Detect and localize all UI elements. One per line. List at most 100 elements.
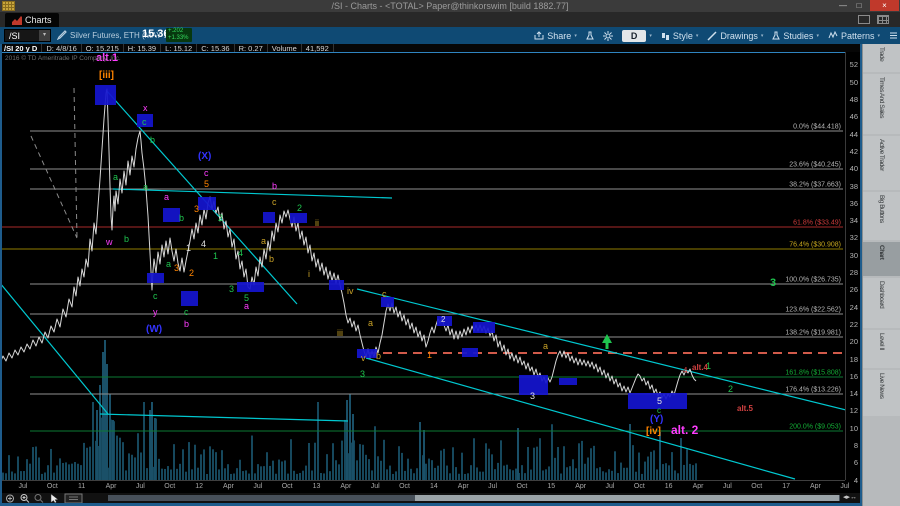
chart-pane[interactable]: 0.0% ($44.418)23.6% ($40.245)38.2% ($37.… — [0, 52, 845, 480]
wave-label: i — [308, 269, 310, 279]
wave-label: x — [143, 103, 148, 113]
time-tick: Jul — [136, 483, 145, 490]
zoom-in-icon[interactable] — [21, 495, 29, 503]
cursor-arrow-icon[interactable] — [51, 494, 58, 503]
time-tick: 14 — [430, 483, 438, 490]
wave-label: 2 — [441, 315, 446, 324]
tab-row: Charts — [0, 12, 900, 27]
wave-label: iii — [337, 328, 343, 338]
minimize-button[interactable]: — — [836, 0, 850, 11]
patterns-button[interactable]: Patterns▾ — [828, 31, 880, 41]
wave-label: 1 — [706, 361, 711, 371]
time-tick: Oct — [516, 483, 527, 490]
hamburger-menu-icon — [889, 31, 898, 40]
price-tick: 8 — [854, 441, 858, 450]
sidebar-tab-level-ii[interactable]: Level II — [863, 330, 900, 370]
share-button[interactable]: Share▾ — [534, 31, 577, 41]
studies-button[interactable]: Studies▾ — [772, 31, 819, 41]
wave-label: 3 — [770, 277, 776, 289]
price-tick: 16 — [850, 372, 858, 381]
price-tick: 48 — [850, 95, 858, 104]
sidebar-tab-active-trader[interactable]: Active Trader — [863, 136, 900, 192]
patterns-label: Patterns — [841, 31, 875, 41]
style-button[interactable]: Style▾ — [661, 31, 699, 41]
price-tick: 26 — [850, 285, 858, 294]
timeframe-button[interactable]: D▾ — [622, 30, 652, 42]
wave-label: iv — [347, 286, 354, 296]
time-tick: Apr — [458, 483, 469, 490]
drawings-label: Drawings — [720, 31, 758, 41]
time-tick: 11 — [78, 483, 85, 490]
fib-label: 123.6% ($22.562) — [785, 307, 841, 314]
wave-label: 3 — [360, 369, 365, 379]
wave-label: 2 — [218, 213, 223, 223]
sidebar-tab-live-news[interactable]: Live News — [863, 370, 900, 418]
price-axis[interactable]: 5250484644424038363432302826242220181614… — [845, 52, 860, 480]
wave-label: a — [368, 318, 373, 328]
menu-button[interactable] — [889, 31, 898, 40]
zoom-out-icon[interactable] — [35, 495, 43, 503]
tab-charts[interactable]: Charts — [5, 13, 59, 27]
sidebar-tab-trade[interactable]: Trade — [863, 44, 900, 74]
ondemand-flask-button[interactable] — [586, 31, 594, 41]
price-tick: 42 — [850, 147, 858, 156]
sidebar-tab-label: Dashboard — [878, 278, 885, 308]
price-change: +.202 — [168, 28, 192, 35]
sidebar-tab-times-and-sales[interactable]: Times And Sales — [863, 74, 900, 136]
wave-label: 3 — [194, 204, 199, 214]
restore-panel-icon[interactable] — [858, 15, 870, 24]
scroll-arrows[interactable]: ◂▸↔ — [843, 493, 857, 503]
horizontal-scrollbar-thumb[interactable] — [415, 495, 839, 501]
settings-gear-button[interactable] — [603, 31, 613, 41]
fib-label: 200.0% ($9.053) — [789, 424, 841, 431]
price-tick: 44 — [850, 130, 858, 139]
time-tick: Jul — [19, 483, 28, 490]
time-axis[interactable]: JulOct11AprJulOct12AprJulOct13AprJulOct1… — [0, 480, 845, 493]
drawings-button[interactable]: Drawings▾ — [707, 31, 763, 41]
price-tick: 34 — [850, 216, 858, 225]
wave-label: alt. 2 — [671, 423, 699, 437]
time-tick: Apr — [106, 483, 117, 490]
price-tick: 12 — [850, 406, 858, 415]
main-toolbar: /SI ▾ Silver Futures, ETH (MAY 16) 15.36… — [0, 27, 900, 44]
gadget-sidebar: Trade Times And Sales Active TraderBig But… — [862, 44, 900, 506]
caret-icon: ▾ — [574, 33, 577, 39]
sidebar-tab-big-buttons[interactable]: Big Buttons — [863, 192, 900, 242]
price-tick: 22 — [850, 320, 858, 329]
time-tick: Oct — [399, 483, 410, 490]
wave-labels: alt.1[iii]xcb(X)aaac53bbc2iiwb14a41ba32i… — [96, 53, 776, 437]
wave-label: a — [164, 192, 169, 202]
studies-label: Studies — [783, 31, 813, 41]
edit-pencil-icon[interactable] — [57, 30, 67, 40]
close-button[interactable]: × — [870, 0, 899, 11]
panel-handle-icon[interactable] — [65, 494, 82, 503]
price-change-badge: +.202 +1.33% — [166, 28, 192, 42]
wave-label: v — [361, 353, 366, 363]
grid-layout-icon[interactable] — [877, 15, 889, 24]
drawings-pencil-icon — [707, 31, 717, 41]
time-tick: 15 — [547, 483, 555, 490]
window-frame-left — [0, 44, 2, 503]
sidebar-tab-label: Level II — [878, 330, 885, 350]
price-tick: 30 — [850, 251, 858, 260]
wave-label: 1 — [186, 243, 191, 253]
fib-label: 161.8% ($15.808) — [785, 370, 841, 377]
wave-label: c — [272, 197, 277, 207]
reset-zoom-icon[interactable] — [7, 495, 14, 502]
symbol-dropdown-icon[interactable]: ▾ — [39, 30, 50, 41]
maximize-button[interactable]: □ — [852, 0, 866, 11]
wave-label: 2 — [297, 203, 302, 213]
symbol-input[interactable]: /SI ▾ — [4, 29, 51, 42]
price-tick: 50 — [850, 78, 858, 87]
fib-label: 100.0% ($26.735) — [785, 277, 841, 284]
wave-label: a — [166, 259, 171, 269]
sidebar-tab-dashboard[interactable]: Dashboard — [863, 278, 900, 330]
sidebar-tab-label: Times And Sales — [878, 74, 885, 118]
time-tick: Jul — [606, 483, 615, 490]
price-chart-svg[interactable]: 0.0% ($44.418)23.6% ($40.245)38.2% ($37.… — [0, 53, 845, 481]
sidebar-tab-label: Trade — [878, 44, 885, 61]
sidebar-tab-chart[interactable]: Chart — [863, 242, 900, 278]
wave-label: 3 — [229, 284, 234, 294]
time-tick: Jul — [253, 483, 262, 490]
horizontal-scrollbar-track[interactable] — [108, 495, 840, 501]
